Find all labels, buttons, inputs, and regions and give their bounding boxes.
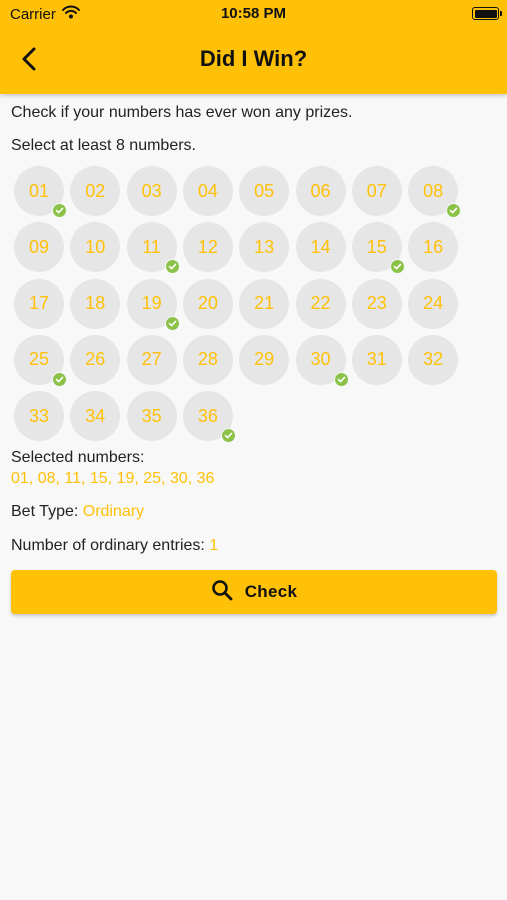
number-label: 27 bbox=[141, 349, 162, 370]
number-ball[interactable]: 05 bbox=[239, 166, 290, 216]
number-label: 09 bbox=[28, 236, 50, 257]
number-ball[interactable]: 26 bbox=[70, 334, 121, 385]
number-ball[interactable]: 14 bbox=[295, 222, 346, 273]
checkmark-icon bbox=[333, 371, 349, 387]
number-label: 35 bbox=[141, 405, 162, 426]
instruction-text: Select at least 8 numbers. bbox=[11, 137, 196, 154]
checkmark-icon bbox=[164, 259, 180, 275]
number-ball[interactable]: 18 bbox=[70, 278, 121, 329]
number-ball[interactable]: 31 bbox=[351, 334, 402, 385]
number-ball[interactable]: 19 bbox=[126, 278, 180, 331]
number-label: 12 bbox=[197, 236, 218, 257]
checkmark-icon bbox=[220, 428, 236, 444]
status-time: 10:58 PM bbox=[220, 5, 287, 22]
intro-text: Check if your numbers has ever won any p… bbox=[11, 104, 353, 121]
number-label: 03 bbox=[141, 180, 162, 201]
number-ball[interactable]: 16 bbox=[408, 222, 459, 273]
number-ball[interactable]: 17 bbox=[14, 278, 64, 329]
number-ball[interactable]: 34 bbox=[70, 391, 121, 442]
number-label: 23 bbox=[366, 293, 387, 314]
number-ball[interactable]: 22 bbox=[295, 278, 346, 329]
number-ball[interactable]: 20 bbox=[182, 278, 233, 329]
number-label: 05 bbox=[254, 180, 275, 201]
checkmark-icon bbox=[52, 203, 67, 218]
number-label: 25 bbox=[28, 349, 50, 370]
number-ball[interactable]: 24 bbox=[408, 278, 459, 329]
number-label: 02 bbox=[85, 180, 106, 201]
checkmark-icon bbox=[164, 315, 180, 331]
check-button-label: Check bbox=[244, 582, 298, 601]
number-label: 33 bbox=[28, 405, 50, 426]
number-label: 16 bbox=[423, 236, 444, 257]
number-ball[interactable]: 27 bbox=[126, 334, 177, 385]
number-label: 36 bbox=[197, 405, 218, 426]
number-ball[interactable]: 23 bbox=[351, 278, 402, 329]
number-ball[interactable]: 08 bbox=[408, 166, 462, 218]
check-button[interactable]: Check bbox=[11, 570, 497, 614]
number-label: 19 bbox=[141, 293, 162, 314]
number-ball[interactable]: 21 bbox=[239, 278, 290, 329]
number-ball[interactable]: 07 bbox=[351, 166, 402, 216]
number-label: 32 bbox=[423, 349, 444, 370]
number-ball[interactable]: 35 bbox=[126, 391, 177, 442]
number-label: 21 bbox=[254, 293, 275, 314]
number-label: 31 bbox=[366, 349, 387, 370]
number-ball[interactable]: 03 bbox=[126, 166, 177, 216]
number-ball[interactable]: 28 bbox=[182, 334, 233, 385]
number-label: 04 bbox=[197, 180, 218, 201]
number-label: 10 bbox=[85, 236, 106, 257]
bet-type-row: Bet Type: Ordinary bbox=[11, 503, 144, 521]
number-ball[interactable]: 11 bbox=[126, 222, 180, 275]
number-label: 22 bbox=[310, 293, 331, 314]
checkmark-icon bbox=[446, 203, 462, 218]
status-bar: Carrier 10:58 PM bbox=[0, 0, 507, 28]
page-title: Did I Win? bbox=[199, 46, 308, 71]
number-ball[interactable]: 32 bbox=[408, 334, 459, 385]
entries-label: Number of ordinary entries: bbox=[11, 537, 210, 554]
number-ball[interactable]: 13 bbox=[239, 222, 290, 273]
number-label: 26 bbox=[85, 349, 106, 370]
checkmark-icon bbox=[52, 371, 67, 387]
search-icon bbox=[211, 579, 233, 606]
number-ball[interactable]: 10 bbox=[70, 222, 121, 273]
number-label: 15 bbox=[366, 236, 387, 257]
number-ball[interactable]: 01 bbox=[14, 166, 67, 218]
number-label: 30 bbox=[310, 349, 331, 370]
number-ball[interactable]: 15 bbox=[351, 222, 405, 275]
number-ball[interactable]: 30 bbox=[295, 334, 349, 387]
entries-row: Number of ordinary entries: 1 bbox=[11, 537, 218, 555]
selected-numbers-label: Selected numbers: bbox=[11, 449, 145, 466]
number-label: 17 bbox=[28, 293, 50, 314]
number-label: 06 bbox=[310, 180, 331, 201]
number-ball[interactable]: 33 bbox=[14, 391, 64, 442]
checkmark-icon bbox=[389, 259, 405, 275]
number-ball[interactable]: 36 bbox=[182, 391, 236, 444]
bet-type-label: Bet Type: bbox=[11, 503, 83, 520]
entries-value: 1 bbox=[209, 537, 219, 554]
number-ball[interactable]: 09 bbox=[14, 222, 64, 273]
number-ball[interactable]: 06 bbox=[295, 166, 346, 216]
number-label: 18 bbox=[85, 293, 106, 314]
number-ball[interactable]: 12 bbox=[182, 222, 233, 273]
number-label: 20 bbox=[197, 293, 218, 314]
number-label: 13 bbox=[254, 236, 275, 257]
number-label: 14 bbox=[310, 236, 331, 257]
number-label: 07 bbox=[366, 180, 387, 201]
bet-type-value[interactable]: Ordinary bbox=[83, 503, 144, 520]
battery-tip bbox=[500, 11, 502, 16]
number-label: 29 bbox=[254, 349, 275, 370]
number-label: 24 bbox=[423, 293, 444, 314]
number-label: 01 bbox=[28, 180, 50, 201]
number-ball[interactable]: 25 bbox=[14, 334, 67, 387]
selected-numbers-values: 01, 08, 11, 15, 19, 25, 30, 36 bbox=[11, 470, 215, 487]
number-label: 34 bbox=[85, 405, 106, 426]
number-label: 08 bbox=[423, 180, 444, 201]
number-ball[interactable]: 29 bbox=[239, 334, 290, 385]
number-label: 28 bbox=[197, 349, 218, 370]
number-ball[interactable]: 04 bbox=[182, 166, 233, 216]
app-header: Carrier 10:58 PM Did I Win? bbox=[0, 0, 507, 94]
number-label: 11 bbox=[142, 236, 161, 257]
number-ball[interactable]: 02 bbox=[70, 166, 121, 216]
battery-icon bbox=[472, 7, 499, 20]
